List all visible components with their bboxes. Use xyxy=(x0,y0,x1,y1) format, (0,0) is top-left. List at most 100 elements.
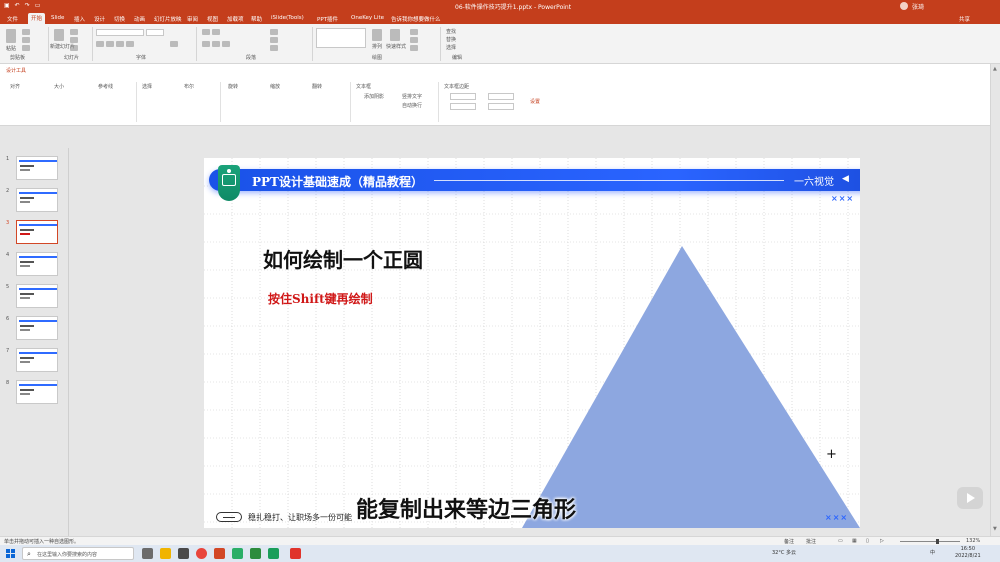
font-name-field[interactable] xyxy=(96,29,144,36)
windows-start-icon[interactable] xyxy=(6,549,15,558)
cut-icon[interactable] xyxy=(22,29,30,35)
italic-icon[interactable] xyxy=(106,41,114,47)
align-center-icon[interactable] xyxy=(212,41,220,47)
app-icon[interactable] xyxy=(178,548,189,559)
settings-option[interactable]: 设置 xyxy=(530,98,540,105)
vertical-scrollbar[interactable]: ▲ ▼ xyxy=(990,64,1000,536)
tab-transitions[interactable]: 切换 xyxy=(111,14,128,24)
undo-icon[interactable]: ↶ xyxy=(15,2,20,10)
pane-divider[interactable] xyxy=(68,148,69,536)
margin-top-field[interactable] xyxy=(450,93,476,100)
avatar[interactable] xyxy=(900,2,908,10)
numbering-icon[interactable] xyxy=(212,29,220,35)
text-direction-icon[interactable] xyxy=(270,29,278,35)
redo-icon[interactable]: ↷ xyxy=(25,2,30,10)
user-name[interactable]: 张琦 xyxy=(912,2,924,11)
layout-icon[interactable] xyxy=(70,29,78,35)
task-view-icon[interactable] xyxy=(142,548,153,559)
tab-animations[interactable]: 动画 xyxy=(131,14,148,24)
tell-me-search[interactable]: 告诉我你想要做什么 xyxy=(388,14,444,24)
quick-styles-icon[interactable] xyxy=(390,29,400,41)
tab-ppt-plugin[interactable]: PPT插件 xyxy=(314,14,341,24)
slide-thumbnail[interactable] xyxy=(16,188,58,212)
tab-home[interactable]: 开始 xyxy=(28,13,46,24)
copy-icon[interactable] xyxy=(22,37,30,43)
notes-button[interactable]: 备注 xyxy=(784,538,794,545)
bold-icon[interactable] xyxy=(96,41,104,47)
slide-thumbnail[interactable] xyxy=(16,348,58,372)
wechat-icon[interactable] xyxy=(232,548,243,559)
margin-bottom-field[interactable] xyxy=(450,103,476,110)
normal-view-icon[interactable]: ▭ xyxy=(838,538,843,544)
tab-addins[interactable]: 加载项 xyxy=(224,14,247,24)
app-icon[interactable] xyxy=(250,548,261,559)
format-painter-icon[interactable] xyxy=(22,45,30,51)
tab-help[interactable]: 帮助 xyxy=(248,14,265,24)
slide-thumbnail-active[interactable] xyxy=(16,220,58,244)
vertical-text-option[interactable]: 竖排文字 xyxy=(402,93,422,100)
shape-effects-icon[interactable] xyxy=(410,45,418,51)
new-slide-icon[interactable] xyxy=(54,29,64,41)
start-slideshow-icon[interactable]: ▭ xyxy=(35,2,41,10)
tab-islide[interactable]: iSlide(Tools) xyxy=(268,14,307,22)
align-text-icon[interactable] xyxy=(270,37,278,43)
app-icon[interactable] xyxy=(290,548,301,559)
tab-slideshow[interactable]: 幻灯片放映 xyxy=(151,14,185,24)
arrange-icon[interactable] xyxy=(372,29,382,41)
zoom-slider[interactable] xyxy=(900,541,960,542)
scroll-down-icon[interactable]: ▼ xyxy=(993,526,997,532)
align-left-icon[interactable] xyxy=(202,41,210,47)
app-icon[interactable] xyxy=(268,548,279,559)
bullets-icon[interactable] xyxy=(202,29,210,35)
scroll-up-icon[interactable]: ▲ xyxy=(993,66,997,72)
zoom-knob[interactable] xyxy=(936,539,939,544)
slide-thumbnail[interactable] xyxy=(16,284,58,308)
slide-thumbnail[interactable] xyxy=(16,316,58,340)
comments-button[interactable]: 批注 xyxy=(806,538,816,545)
tab-file[interactable]: 文件 xyxy=(4,14,21,24)
slide-thumbnail[interactable] xyxy=(16,156,58,180)
sorter-view-icon[interactable]: ▦ xyxy=(852,538,857,544)
play-icon[interactable] xyxy=(957,487,983,509)
select-button[interactable]: 选择 xyxy=(446,44,456,51)
tab-view[interactable]: 视图 xyxy=(204,14,221,24)
margin-right-field[interactable] xyxy=(488,103,514,110)
slide-thumbnail[interactable] xyxy=(16,252,58,276)
powerpoint-icon[interactable] xyxy=(214,548,225,559)
save-icon[interactable]: ▣ xyxy=(4,2,10,10)
paste-icon[interactable] xyxy=(6,29,16,43)
reset-icon[interactable] xyxy=(70,37,78,43)
tab-review[interactable]: 审阅 xyxy=(184,14,201,24)
slide-canvas[interactable]: PPT设计基础速成（精品教程） 一六视觉 ◀ ××× 如何绘制一个正圆 按住Sh… xyxy=(204,158,860,528)
add-shadow-option[interactable]: 添加阴影 xyxy=(364,93,384,100)
section-icon[interactable] xyxy=(70,45,78,51)
align-right-icon[interactable] xyxy=(222,41,230,47)
zoom-level[interactable]: 132% xyxy=(966,538,980,544)
shape-outline-icon[interactable] xyxy=(410,37,418,43)
file-explorer-icon[interactable] xyxy=(160,548,171,559)
auto-wrap-option[interactable]: 自动换行 xyxy=(402,102,422,109)
tab-slide[interactable]: Slide xyxy=(48,14,67,22)
system-tray-weather[interactable]: 32°C 多云 xyxy=(772,549,796,556)
slide-thumbnail[interactable] xyxy=(16,380,58,404)
tab-onekey[interactable]: OneKey Lite xyxy=(348,14,387,22)
shapes-gallery[interactable] xyxy=(316,28,366,48)
triangle-shape[interactable] xyxy=(204,158,860,528)
share-button[interactable]: 共享 xyxy=(959,15,970,23)
shape-fill-icon[interactable] xyxy=(410,29,418,35)
replace-button[interactable]: 替换 xyxy=(446,36,456,43)
slideshow-view-icon[interactable]: ▷ xyxy=(880,538,884,544)
slide-heading[interactable]: 如何绘制一个正圆 xyxy=(263,244,423,273)
font-color-icon[interactable] xyxy=(170,41,178,47)
underline-icon[interactable] xyxy=(116,41,124,47)
font-size-field[interactable] xyxy=(146,29,164,36)
reading-view-icon[interactable]: ▯ xyxy=(866,538,869,544)
clock[interactable]: 16:50 2022/8/21 xyxy=(955,546,981,560)
smartart-icon[interactable] xyxy=(270,45,278,51)
strikethrough-icon[interactable] xyxy=(126,41,134,47)
tab-insert[interactable]: 插入 xyxy=(71,14,88,24)
slide-subheading[interactable]: 按住Shift键再绘制 xyxy=(268,290,373,307)
tab-design[interactable]: 设计 xyxy=(91,14,108,24)
ime-language[interactable]: 中 xyxy=(930,549,935,556)
find-button[interactable]: 查找 xyxy=(446,28,456,35)
